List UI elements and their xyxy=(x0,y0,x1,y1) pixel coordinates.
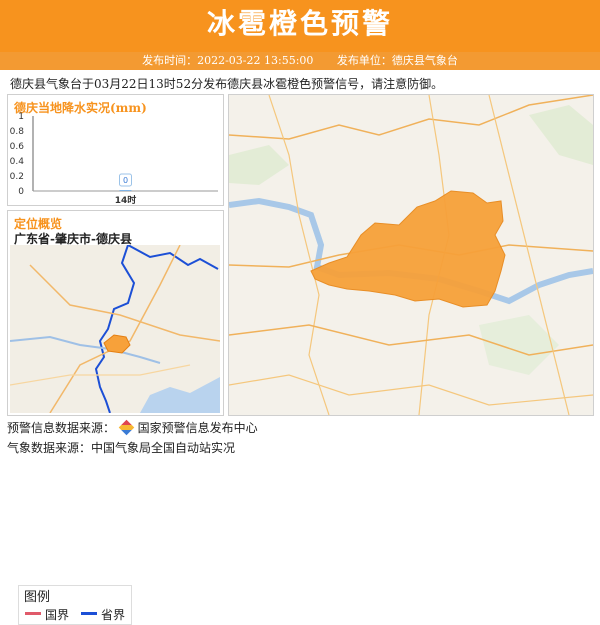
weather-source-line: 气象数据来源：中国气象局全国自动站实况 xyxy=(7,441,236,455)
page-title: 冰雹橙色预警 xyxy=(206,7,393,40)
warning-map[interactable] xyxy=(228,94,594,416)
y-tick-label: 0.4 xyxy=(10,157,25,167)
legend-national-border-label: 国界 xyxy=(45,608,70,622)
rain-bar xyxy=(119,190,132,191)
data-label: 0 xyxy=(123,176,128,185)
warning-notice: 德庆县气象台于03月22日13时52分发布德庆县冰雹橙色预警信号，请注意防御。 xyxy=(10,77,444,91)
publish-time: 发布时间：2022-03-22 13:55:00 xyxy=(142,54,314,67)
y-tick-label: 1 xyxy=(18,112,24,122)
y-tick-label: 0.2 xyxy=(10,172,24,182)
legend-province-border-label: 省界 xyxy=(101,608,126,622)
sub-header: 发布时间：2022-03-22 13:55:00 发布单位：德庆县气象台 xyxy=(0,52,600,70)
legend-title: 图例 xyxy=(24,590,51,605)
overview-map-drawing xyxy=(10,245,220,413)
y-tick-label: 0.8 xyxy=(10,127,25,137)
warning-map-drawing xyxy=(229,95,593,415)
location-panel: 定位概览 广东省-肇庆市-德庆县 图例 国界 省界 xyxy=(7,210,224,625)
overview-map[interactable] xyxy=(10,245,220,413)
legend-province-border-swatch xyxy=(81,612,97,615)
rain-chart: 1 0.8 0.6 0.4 0.2 0 0 14时 xyxy=(10,112,218,204)
y-tick-label: 0.6 xyxy=(10,142,25,152)
x-tick-label: 14时 xyxy=(115,194,137,204)
y-tick-label: 0 xyxy=(18,187,24,197)
publish-unit: 发布单位：德庆县气象台 xyxy=(336,54,458,67)
warning-source-line: 预警信息数据来源： 国家预警信息发布中心 xyxy=(7,419,258,436)
legend-national-border-swatch xyxy=(25,612,41,615)
map-legend: 图例 国界 省界 xyxy=(18,585,132,625)
warning-source-logo-icon xyxy=(118,419,135,436)
warning-source-name: 国家预警信息发布中心 xyxy=(137,421,258,435)
header: 冰雹橙色预警 xyxy=(0,0,600,54)
rain-panel: 德庆当地降水实况(mm) 1 0.8 0.6 0.4 0.2 0 0 14时 xyxy=(7,94,224,206)
warning-source-label: 预警信息数据来源： xyxy=(7,421,116,435)
